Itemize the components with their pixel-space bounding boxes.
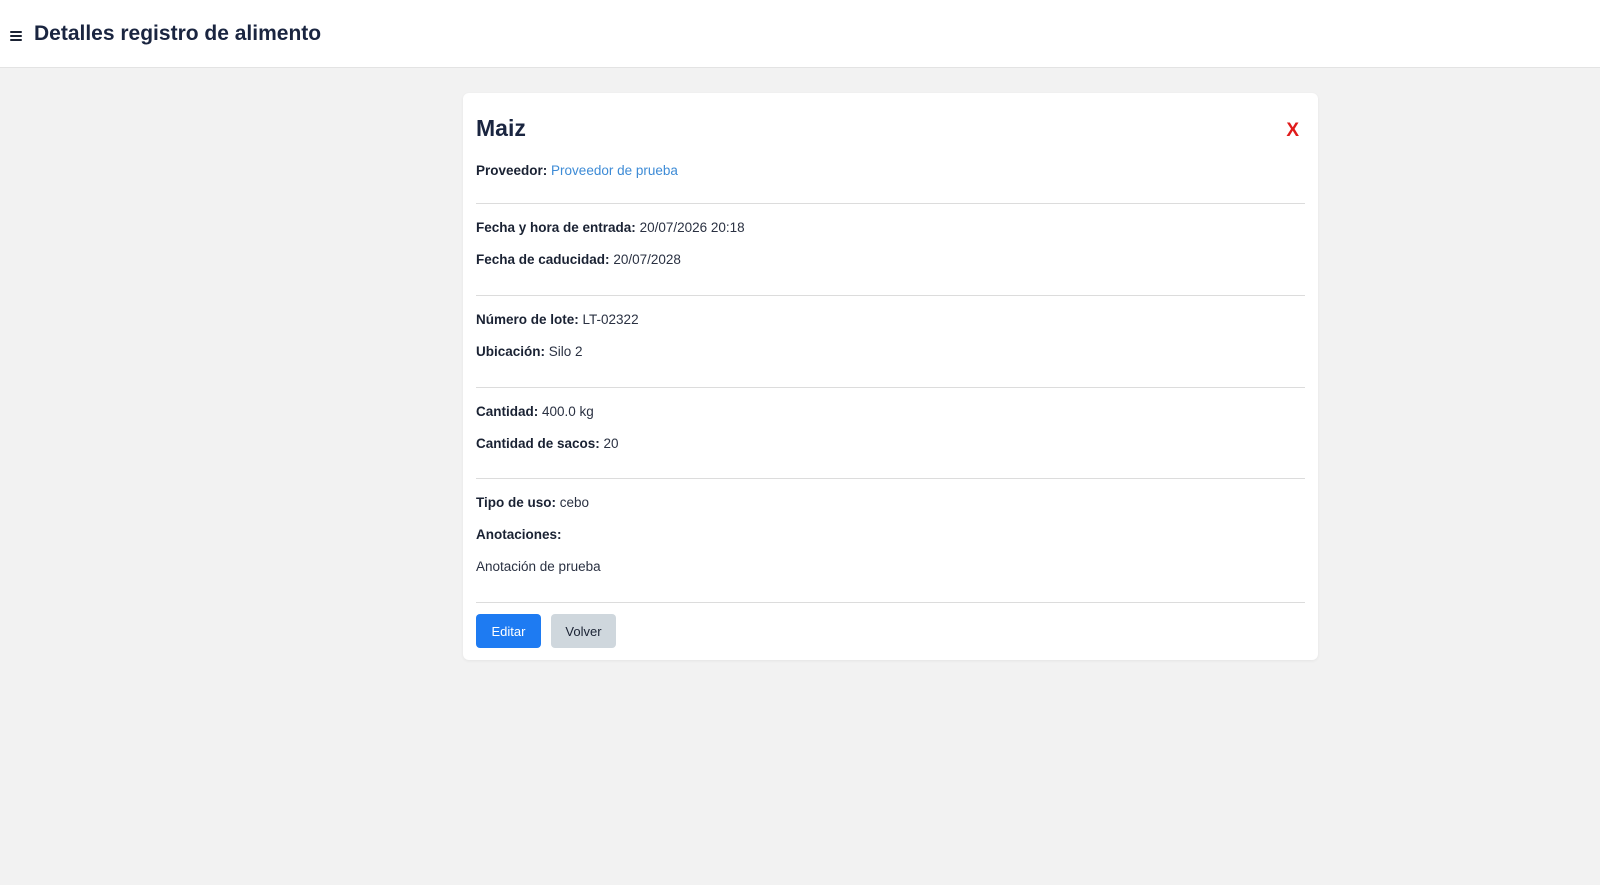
dates-section: Fecha y hora de entrada: 20/07/2026 20:1…: [476, 204, 1305, 296]
lot-number-label: Número de lote:: [476, 312, 579, 327]
supplier-label: Proveedor:: [476, 163, 548, 178]
entry-datetime-value: 20/07/2026 20:18: [639, 220, 745, 235]
location-value: Silo 2: [548, 344, 583, 359]
top-bar: Detalles registro de alimento: [0, 0, 1600, 68]
notes-text: Anotación de prueba: [476, 559, 601, 574]
page-title: Detalles registro de alimento: [34, 21, 322, 45]
quantity-value: 400.0 kg: [542, 404, 594, 419]
lot-section: Número de lote: LT-02322 Ubicación: Silo…: [476, 296, 1305, 388]
quantity-row: Cantidad: 400.0 kg: [476, 403, 1305, 421]
quantity-section: Cantidad: 400.0 kg Cantidad de sacos: 20: [476, 388, 1305, 479]
supplier-link[interactable]: Proveedor de prueba: [551, 163, 678, 178]
usage-type-value: cebo: [559, 495, 590, 510]
action-buttons: Editar Volver: [476, 603, 1305, 648]
hamburger-menu-icon[interactable]: [10, 30, 22, 41]
lot-number-value: LT-02322: [582, 312, 639, 327]
card-title: Maiz: [476, 114, 526, 141]
location-label: Ubicación:: [476, 344, 546, 359]
bags-row: Cantidad de sacos: 20: [476, 435, 1305, 453]
detail-card: Maiz X Proveedor: Proveedor de prueba Fe…: [463, 93, 1318, 660]
usage-section: Tipo de uso: cebo Anotaciones: Anotación…: [476, 479, 1305, 603]
notes-row: Anotaciones:: [476, 526, 1305, 544]
entry-datetime-label: Fecha y hora de entrada:: [476, 220, 636, 235]
card-header: Maiz X: [476, 93, 1305, 161]
expiry-date-row: Fecha de caducidad: 20/07/2028: [476, 251, 1305, 269]
bags-label: Cantidad de sacos:: [476, 436, 600, 451]
expiry-date-label: Fecha de caducidad:: [476, 252, 610, 267]
edit-button[interactable]: Editar: [476, 614, 541, 648]
expiry-date-value: 20/07/2028: [613, 252, 681, 267]
supplier-section: Proveedor: Proveedor de prueba: [476, 161, 1305, 204]
back-button[interactable]: Volver: [551, 614, 616, 648]
quantity-label: Cantidad:: [476, 404, 539, 419]
lot-number-row: Número de lote: LT-02322: [476, 311, 1305, 329]
notes-label: Anotaciones:: [476, 527, 562, 542]
location-row: Ubicación: Silo 2: [476, 343, 1305, 361]
supplier-row: Proveedor: Proveedor de prueba: [476, 162, 1305, 180]
close-button[interactable]: X: [1286, 120, 1299, 142]
usage-type-label: Tipo de uso:: [476, 495, 556, 510]
entry-datetime-row: Fecha y hora de entrada: 20/07/2026 20:1…: [476, 219, 1305, 237]
bags-value: 20: [603, 436, 619, 451]
usage-type-row: Tipo de uso: cebo: [476, 494, 1305, 512]
